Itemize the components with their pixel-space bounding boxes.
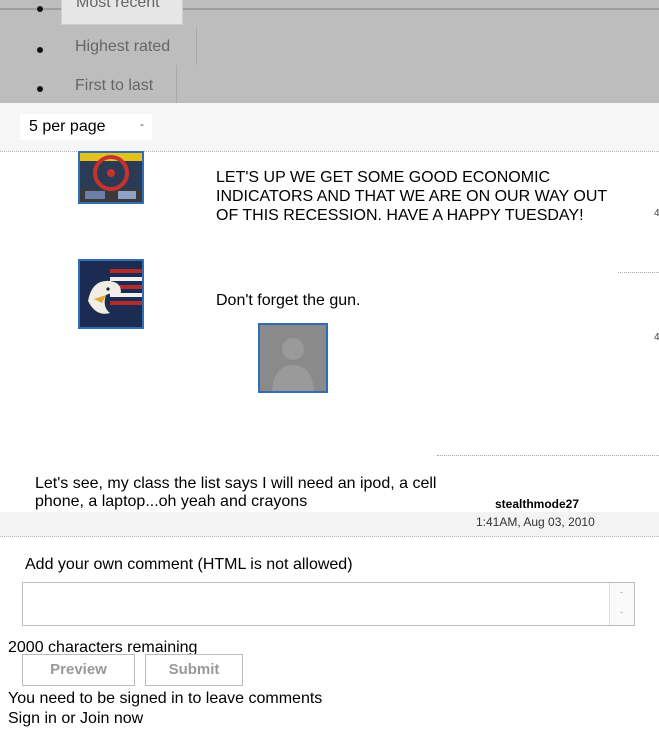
scroll-up-icon[interactable]: - bbox=[620, 587, 623, 597]
compose-heading: Add your own comment (HTML is not allowe… bbox=[25, 556, 353, 573]
signin-link[interactable]: Sign in or Join now bbox=[8, 709, 143, 728]
sort-tab-highest-rated[interactable]: Highest rated bbox=[61, 27, 197, 65]
comment-textarea[interactable]: - - bbox=[22, 582, 635, 626]
avatar[interactable] bbox=[78, 259, 144, 329]
per-page-value: 5 per page bbox=[29, 118, 106, 135]
default-user-icon bbox=[260, 325, 326, 391]
comment-timestamp: 1:41AM, Aug 03, 2010 bbox=[476, 515, 595, 529]
comment-divider bbox=[437, 455, 659, 456]
preview-button[interactable]: Preview bbox=[22, 654, 135, 686]
comment-text: LET'S UP WE GET SOME GOOD ECONOMIC INDIC… bbox=[216, 169, 607, 224]
signin-notice: You need to be signed in to leave commen… bbox=[8, 690, 323, 707]
bullet-icon bbox=[37, 86, 43, 92]
bullet-icon bbox=[37, 6, 43, 12]
avatar[interactable] bbox=[258, 323, 328, 393]
sort-label-most-recent: Most recent bbox=[76, 0, 160, 11]
per-page-select[interactable]: 5 per page - bbox=[20, 114, 152, 140]
sort-label-first-to-last: First to last bbox=[75, 77, 154, 94]
avatar[interactable] bbox=[78, 151, 144, 204]
sort-label-highest-rated: Highest rated bbox=[75, 38, 171, 55]
submit-button[interactable]: Submit bbox=[145, 654, 243, 686]
comment-text: Don't forget the gun. bbox=[216, 292, 361, 309]
textarea-scrollbar[interactable]: - - bbox=[609, 583, 634, 625]
bullet-icon bbox=[37, 47, 43, 53]
chevron-down-icon: - bbox=[140, 117, 144, 131]
eagle-flag-icon bbox=[80, 261, 142, 327]
comment-divider bbox=[618, 272, 659, 273]
sort-tab-first-to-last[interactable]: First to last bbox=[61, 65, 177, 103]
steering-wheel-icon bbox=[80, 153, 142, 202]
scroll-down-icon[interactable]: - bbox=[620, 607, 623, 617]
edge-mark: 4 bbox=[654, 208, 659, 219]
comment-text: Let's see, my class the list says I will… bbox=[35, 475, 437, 510]
comment-author[interactable]: stealthmode27 bbox=[495, 497, 579, 511]
edge-mark: 4 bbox=[654, 332, 659, 343]
sort-tab-most-recent[interactable]: Most recent bbox=[61, 0, 183, 25]
